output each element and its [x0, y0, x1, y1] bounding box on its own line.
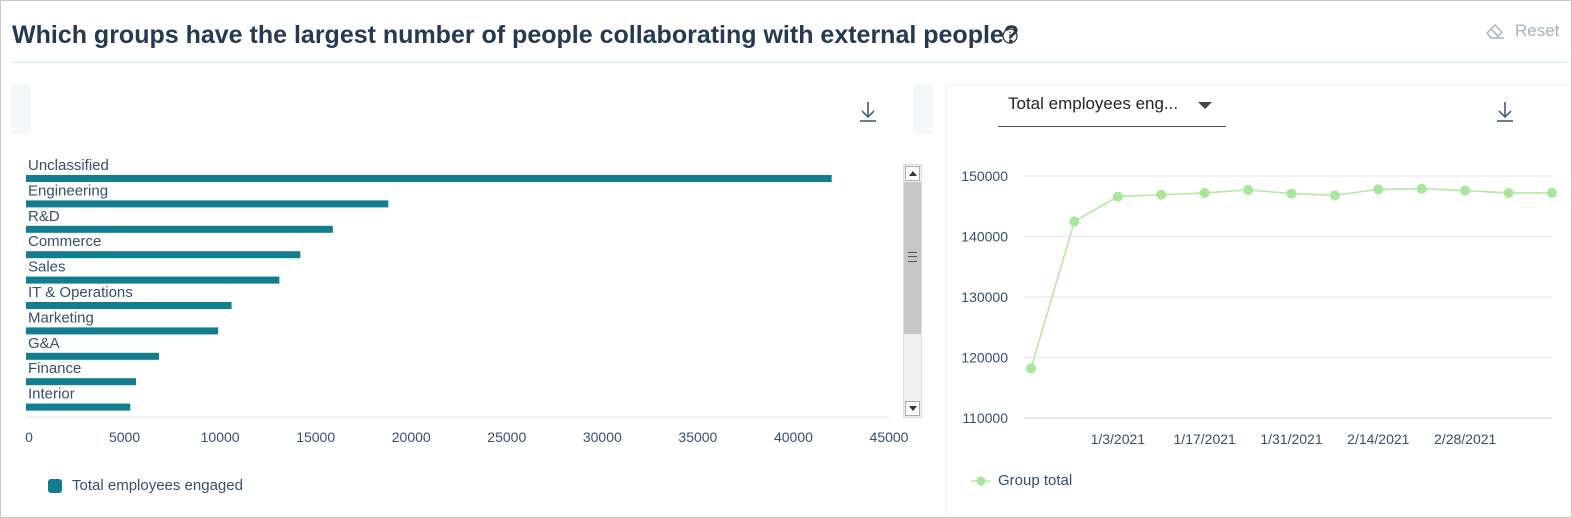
panel-header-shade [11, 84, 31, 134]
x-tick-label: 0 [25, 429, 33, 445]
data-point [1199, 187, 1210, 198]
eraser-icon [1486, 24, 1504, 39]
grip-icon [908, 252, 917, 262]
data-point [1329, 190, 1340, 201]
chevron-down-icon [1198, 102, 1212, 109]
y-tick-label: 120000 [961, 350, 1008, 366]
download-icon[interactable] [1495, 100, 1515, 124]
x-tick-label: 40000 [774, 429, 813, 445]
bar [26, 225, 333, 233]
x-tick-label: 10000 [201, 429, 240, 445]
x-tick-label: 25000 [487, 429, 526, 445]
bar [26, 276, 280, 284]
data-point [1503, 187, 1514, 198]
y-tick-label: 130000 [961, 289, 1008, 305]
bar-chart: Unclassified Engineering R&D Commerce Sales I… [25, 157, 909, 445]
bar-category-label: Engineering [28, 182, 108, 199]
legend-label: Group total [998, 472, 1073, 489]
x-tick-label: 35000 [678, 429, 717, 445]
line-chart: 110000 120000 130000 140000 150000 1/3/2021 1/… [961, 168, 1557, 447]
data-point [1026, 363, 1036, 374]
bar [26, 175, 832, 182]
bar-category-label: Marketing [28, 309, 94, 326]
bar-legend[interactable]: Total employees engaged [48, 477, 243, 494]
data-point [1243, 184, 1254, 195]
x-tick-label: 20000 [392, 429, 431, 445]
series-line [1030, 187, 1552, 369]
download-icon[interactable] [858, 100, 878, 124]
data-point [1069, 216, 1080, 227]
y-tick-label: 150000 [961, 168, 1008, 184]
bar-category-label: IT & Operations [28, 284, 133, 301]
data-point [1547, 187, 1557, 198]
data-point [1286, 188, 1297, 199]
page-title: Which groups have the largest number of … [12, 21, 1020, 49]
x-tick-label: 15000 [296, 429, 335, 445]
legend-marker [971, 476, 991, 485]
bar [26, 352, 159, 360]
y-tick-label: 110000 [962, 410, 1008, 426]
info-icon[interactable] [1002, 28, 1018, 44]
x-tick-label: 1/3/2021 [1091, 431, 1146, 447]
data-point [1373, 184, 1384, 195]
panel-header-shade-right [913, 84, 933, 134]
x-tick-label: 45000 [870, 429, 909, 445]
x-tick-label: 5000 [109, 429, 140, 445]
bar-category-label: R&D [28, 208, 60, 225]
legend-label: Total employees engaged [72, 477, 243, 494]
bar [26, 302, 232, 309]
reset-button[interactable]: Reset [1485, 19, 1559, 43]
bar-chart-scrollbar[interactable] [903, 164, 922, 418]
bar-category-label: Commerce [28, 233, 101, 250]
y-tick-label: 140000 [961, 229, 1008, 245]
x-tick-label: 2/14/2021 [1347, 431, 1409, 447]
scroll-thumb[interactable] [904, 182, 921, 334]
data-point [1416, 183, 1427, 194]
x-tick-label: 1/17/2021 [1174, 431, 1236, 447]
bar [26, 251, 301, 259]
data-point [1460, 185, 1471, 196]
x-tick-label: 1/31/2021 [1260, 431, 1322, 447]
line-legend[interactable]: Group total [970, 472, 1072, 489]
bar-category-label: Sales [28, 259, 66, 276]
bar [26, 327, 219, 335]
bar-category-label: Finance [28, 360, 81, 377]
scroll-up-button[interactable] [905, 166, 920, 181]
bar-category-label: G&A [28, 335, 60, 352]
reset-label: Reset [1515, 21, 1560, 40]
bar [26, 403, 131, 411]
x-tick-label: 30000 [583, 429, 622, 445]
bar-category-label: Unclassified [28, 157, 109, 174]
scroll-down-button[interactable] [905, 401, 920, 416]
legend-swatch [48, 478, 62, 493]
data-point [1156, 189, 1167, 200]
x-tick-label: 2/28/2021 [1434, 431, 1496, 447]
bar [26, 378, 137, 386]
data-point [1112, 191, 1123, 202]
bar-category-label: Interior [28, 386, 75, 403]
metric-dropdown[interactable]: Total employees eng... [998, 88, 1226, 127]
dropdown-value: Total employees eng... [1008, 94, 1179, 113]
header-divider [12, 62, 1567, 63]
bar [26, 200, 389, 208]
